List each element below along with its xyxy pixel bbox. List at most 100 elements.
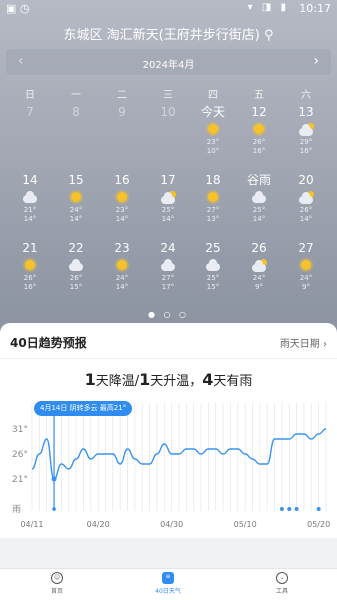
calendar-day[interactable]: 13 29° 16° <box>283 104 329 156</box>
day-number: 谷雨 <box>246 173 271 187</box>
summary-warming-text: 天升温， <box>150 374 203 389</box>
y-axis-label: 21° <box>12 475 28 485</box>
x-axis-label: 04/11 <box>20 520 43 529</box>
day-number: 20 <box>298 173 314 187</box>
low-temp: 14° <box>299 215 313 223</box>
day-number: 14 <box>22 173 38 187</box>
calendar-day[interactable]: 16 23° 14° <box>99 172 145 224</box>
low-temp: 14° <box>23 215 37 223</box>
home-icon: ☺ <box>51 572 63 584</box>
tab-home-label: 首页 <box>50 588 63 595</box>
low-temp: 14° <box>69 215 83 223</box>
temperature-trend-chart[interactable]: 31° 26° 21° 雨 04/11 04/20 04/30 05/10 05/20 <box>0 395 337 535</box>
high-temp: 25° <box>252 206 266 214</box>
calendar-day[interactable]: 7 <box>7 104 53 120</box>
high-temp: 26° <box>23 274 37 282</box>
cloud-icon <box>206 259 220 272</box>
rain-day-dot <box>287 507 292 511</box>
low-temp: 14° <box>115 283 129 291</box>
low-temp: 14° <box>252 215 266 223</box>
calendar-day[interactable]: 25 25° 15° <box>190 240 236 292</box>
rain-day-dot <box>316 507 321 511</box>
day-number: 23 <box>114 241 130 255</box>
tab-tools[interactable]: ⌄ 工具 <box>252 571 312 595</box>
month-selector: ‹ 2024年4月 › <box>6 49 331 75</box>
sun-icon <box>115 192 129 204</box>
footer-spacer <box>0 538 337 568</box>
rain-day-dot <box>279 507 284 511</box>
low-temp: 17° <box>161 283 175 291</box>
tab-home[interactable]: ☺ 首页 <box>27 571 87 595</box>
calendar-day[interactable]: 15 24° 14° <box>53 172 99 224</box>
y-axis-label: 26° <box>12 450 28 460</box>
high-temp: 27° <box>161 274 175 282</box>
rain-days-link[interactable]: 雨天日期 › <box>280 335 327 350</box>
calendar-day[interactable]: 12 26° 16° <box>236 104 282 156</box>
calendar-day[interactable]: 22 26° 15° <box>53 240 99 292</box>
weekday-label: 二 <box>117 90 127 101</box>
calendar-icon: ≡ <box>162 572 174 584</box>
sun-icon <box>206 192 220 204</box>
partly-cloudy-icon <box>161 191 176 204</box>
calendar-day[interactable]: 26 24° 9° <box>236 240 282 292</box>
x-axis-label: 04/30 <box>160 520 183 529</box>
day-number: 22 <box>68 241 84 255</box>
partly-cloudy-icon <box>299 191 314 204</box>
high-temp: 23° <box>115 206 129 214</box>
page-indicator: ● ○ ○ <box>147 310 190 319</box>
calendar-day[interactable]: 20 26° 14° <box>283 172 329 224</box>
tab-40day[interactable]: ≡ 40日天气 <box>138 571 198 595</box>
sun-icon <box>299 260 313 272</box>
tab-tools-label: 工具 <box>275 588 288 595</box>
low-temp: 16° <box>299 147 313 155</box>
location-header[interactable]: 东城区 淘汇新天(王府井步行街店) ⚲ <box>0 24 337 43</box>
low-temp: 9° <box>302 283 310 291</box>
status-right-icons: ▾ ◨ ▮ <box>247 2 289 13</box>
calendar-day[interactable]: 8 <box>53 104 99 120</box>
day-number: 24 <box>160 241 176 255</box>
low-temp: 15° <box>69 283 83 291</box>
month-label: 2024年4月 <box>142 60 195 71</box>
day-number: 17 <box>160 173 176 187</box>
selected-day-dot <box>52 507 56 511</box>
low-temp: 14° <box>115 215 129 223</box>
calendar-day[interactable]: 17 25° 14° <box>145 172 191 224</box>
y-axis-label: 31° <box>12 425 28 435</box>
partly-cloudy-icon <box>299 123 314 136</box>
sun-icon <box>252 124 266 136</box>
calendar-day[interactable]: 今天 23° 10° <box>190 104 236 156</box>
calendar-day[interactable]: 27 24° 9° <box>283 240 329 292</box>
cloud-icon <box>252 191 266 204</box>
calendar-day[interactable]: 24 27° 17° <box>145 240 191 292</box>
calendar-day[interactable]: 9 <box>99 104 145 120</box>
trend-card: 40日趋势预报 雨天日期 › 1天降温/1天升温，4天有雨 31° 26° 21° 雨… <box>0 323 337 568</box>
location-pin-icon: ⚲ <box>263 28 274 43</box>
calendar-day[interactable]: 23 24° 14° <box>99 240 145 292</box>
calendar-day[interactable]: 21 26° 16° <box>7 240 53 292</box>
location-label: 东城区 淘汇新天(王府井步行街店) <box>63 28 260 43</box>
high-temp: 24° <box>252 274 266 282</box>
high-temp: 24° <box>69 206 83 214</box>
next-month-button[interactable]: › <box>313 53 319 69</box>
day-number: 18 <box>205 173 221 187</box>
x-axis-label: 05/10 <box>234 520 257 529</box>
day-number: 25 <box>205 241 221 255</box>
day-number: 21 <box>22 241 38 255</box>
calendar-day[interactable]: 14 21° 14° <box>7 172 53 224</box>
calendar-day[interactable]: 10 <box>145 104 191 120</box>
weekday-label: 五 <box>254 90 264 101</box>
trend-summary: 1天降温/1天升温，4天有雨 <box>0 370 337 389</box>
summary-rain-count: 4 <box>202 370 214 389</box>
day-number: 27 <box>298 241 314 255</box>
x-axis-label: 05/20 <box>307 520 330 529</box>
day-number: 今天 <box>200 105 225 119</box>
day-number: 16 <box>114 173 130 187</box>
day-number: 15 <box>68 173 84 187</box>
calendar-day[interactable]: 谷雨 25° 14° <box>236 172 282 224</box>
partly-cloudy-icon <box>252 259 267 272</box>
low-temp: 14° <box>161 215 175 223</box>
summary-rain-text: 天有雨 <box>213 374 253 389</box>
calendar-day[interactable]: 18 27° 13° <box>190 172 236 224</box>
high-temp: 26° <box>299 206 313 214</box>
sun-icon <box>69 192 83 204</box>
